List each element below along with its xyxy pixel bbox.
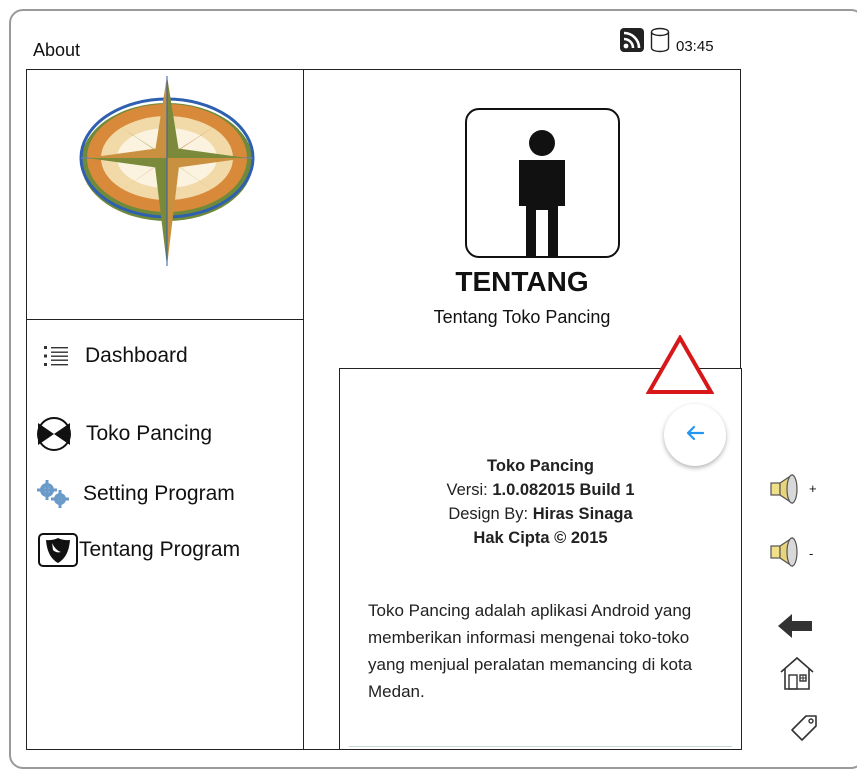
speaker-icon [768,536,806,573]
tag-button[interactable] [790,714,818,747]
app-description: Toko Pancing adalah aplikasi Android yan… [368,601,693,701]
sidebar-item-toko-pancing[interactable]: Toko Pancing [34,417,212,451]
status-bar: 03:45 [620,27,714,58]
clock-time: 03:45 [676,37,714,55]
version-value: 1.0.082015 Build 1 [492,481,635,499]
card-divider [349,746,732,747]
database-icon [650,27,670,58]
warning-triangle-icon [645,333,715,400]
back-arrow-icon [778,614,814,644]
sidebar-item-label: Dashboard [85,344,188,367]
copyright-text: Hak Cipta © 2015 [473,529,608,547]
volume-up-label: + [809,481,817,496]
window-title: About [33,40,81,60]
volume-down-button[interactable]: - [768,536,820,570]
compass-rose-logo [79,76,255,266]
logo-panel [26,69,304,320]
speaker-icon [768,473,806,510]
sidebar-item-dashboard[interactable]: Dashboard [37,343,188,369]
gears-icon [35,479,73,509]
person-icon [465,108,620,258]
sidebar-item-label: Setting Program [83,482,235,505]
sidebar-item-tentang-program[interactable]: Tentang Program [37,533,240,567]
arrow-left-icon [685,425,705,446]
sidebar-item-label: Tentang Program [79,538,241,561]
list-icon [37,343,75,369]
designer-label: Design By: [448,505,533,523]
sidebar-item-label: Toko Pancing [86,422,213,445]
back-key-button[interactable] [778,612,814,645]
home-icon [778,656,816,695]
designer-value: Hiras Sinaga [532,505,633,523]
app-info: Toko Pancing Versi: 1.0.082015 Build 1 D… [339,454,742,550]
shield-icon [37,533,79,567]
page-title: TENTANG [455,266,589,297]
version-label: Versi: [446,481,493,499]
volume-up-button[interactable]: + [768,473,820,507]
tag-icon [790,715,818,746]
home-button[interactable] [778,655,816,696]
page-subtitle: Tentang Toko Pancing [433,307,611,327]
sidebar-item-setting-program[interactable]: Setting Program [35,479,235,509]
volume-down-label: - [809,546,814,561]
rss-icon [620,27,644,57]
app-name: Toko Pancing [487,457,594,475]
bowtie-icon [34,417,74,451]
